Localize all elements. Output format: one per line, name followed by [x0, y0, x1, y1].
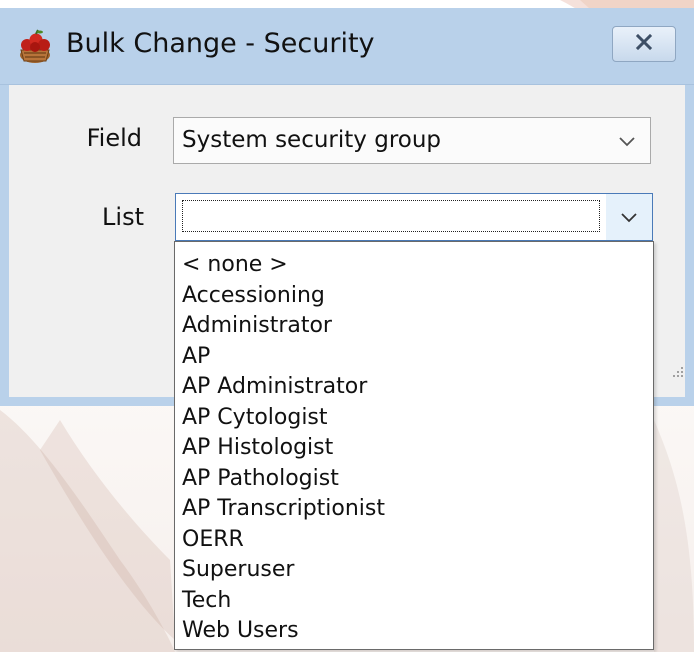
- close-icon: [635, 33, 653, 54]
- window-title: Bulk Change - Security: [66, 28, 375, 59]
- resize-grip-icon[interactable]: [666, 362, 686, 382]
- list-option-superuser[interactable]: Superuser: [175, 555, 653, 586]
- list-option-ap-cytologist[interactable]: AP Cytologist: [175, 403, 653, 434]
- list-option-ap-pathologist[interactable]: AP Pathologist: [175, 464, 653, 495]
- fruit-basket-icon: [16, 28, 54, 64]
- list-option-accessioning[interactable]: Accessioning: [175, 281, 653, 312]
- list-select-focus: [182, 200, 600, 232]
- list-option-none[interactable]: < none >: [175, 250, 653, 281]
- field-select[interactable]: System security group: [173, 117, 651, 164]
- list-dropdown: < none > Accessioning Administrator AP A…: [174, 241, 654, 650]
- list-option-tech[interactable]: Tech: [175, 586, 653, 617]
- chevron-down-icon: [614, 128, 640, 154]
- list-option-ap-transcriptionist[interactable]: AP Transcriptionist: [175, 494, 653, 525]
- list-option-ap-histologist[interactable]: AP Histologist: [175, 433, 653, 464]
- title-bar[interactable]: Bulk Change - Security: [0, 8, 694, 85]
- field-select-value: System security group: [182, 127, 442, 153]
- list-label: List: [102, 203, 144, 231]
- list-option-web-users[interactable]: Web Users: [175, 616, 653, 647]
- list-select[interactable]: [175, 193, 653, 241]
- list-option-ap[interactable]: AP: [175, 342, 653, 373]
- chevron-down-icon: [616, 204, 642, 230]
- list-option-oerr[interactable]: OERR: [175, 525, 653, 556]
- list-option-ap-administrator[interactable]: AP Administrator: [175, 372, 653, 403]
- field-label: Field: [86, 124, 142, 152]
- list-dropdown-button[interactable]: [606, 194, 652, 240]
- close-button[interactable]: [612, 26, 676, 62]
- list-option-administrator[interactable]: Administrator: [175, 311, 653, 342]
